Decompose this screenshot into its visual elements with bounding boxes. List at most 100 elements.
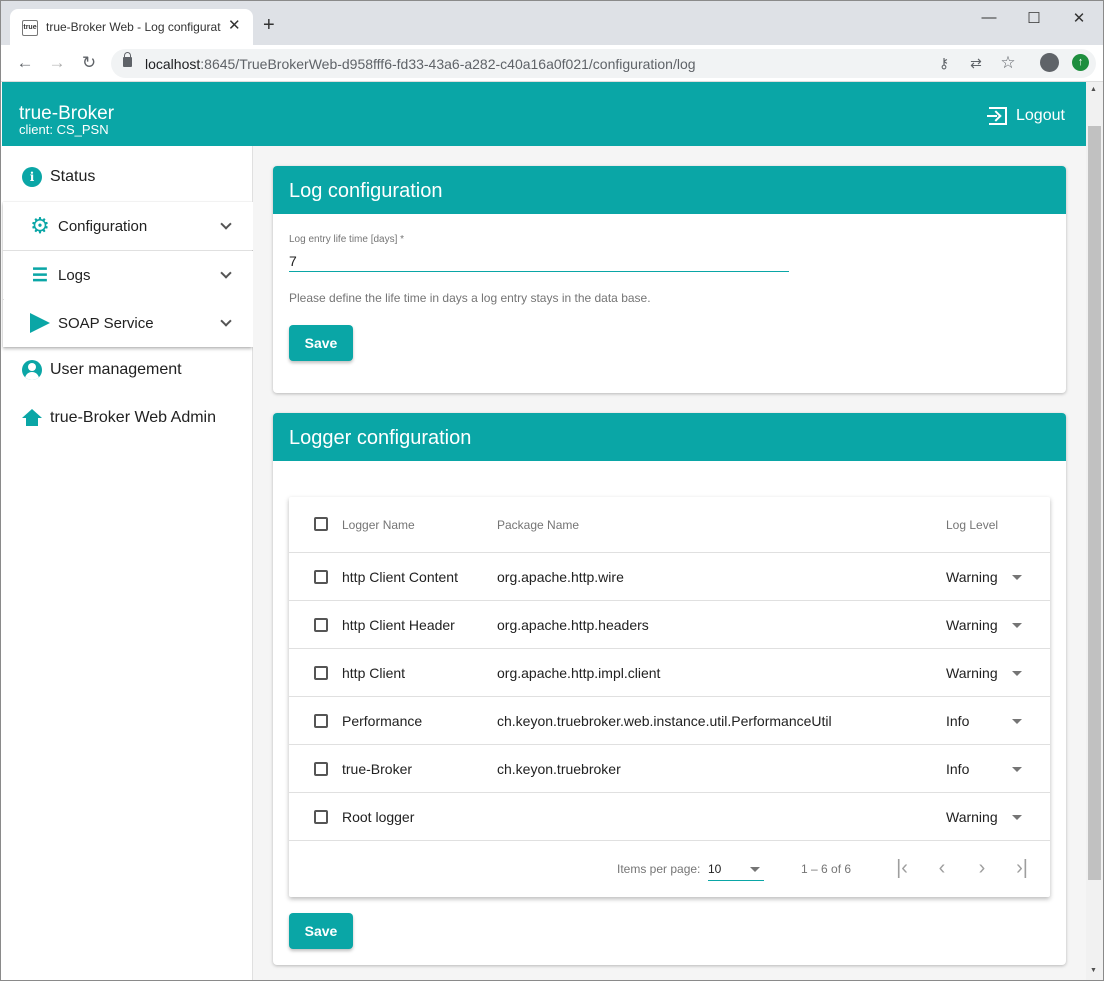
sidebar-item-status[interactable]: i Status xyxy=(2,153,252,201)
translate-icon[interactable]: ⇄ xyxy=(967,55,985,72)
items-per-page-select[interactable]: 10 xyxy=(708,857,764,881)
favicon-icon: true xyxy=(22,20,38,36)
log-level-select[interactable]: Warning xyxy=(946,809,998,825)
row-checkbox[interactable] xyxy=(314,714,328,728)
log-configuration-card: Log configuration Log entry life time [d… xyxy=(273,166,1066,393)
row-checkbox[interactable] xyxy=(314,762,328,776)
scroll-down-icon[interactable]: ▼ xyxy=(1090,967,1097,974)
log-level-select[interactable]: Warning xyxy=(946,617,998,633)
sidebar-item-label: Configuration xyxy=(58,217,148,235)
key-icon[interactable]: ⚷ xyxy=(935,55,953,72)
field-hint: Please define the life time in days a lo… xyxy=(289,291,651,305)
first-page-icon[interactable]: |‹ xyxy=(889,855,915,881)
close-window-icon[interactable]: ✕ xyxy=(1069,9,1089,27)
back-icon[interactable]: ← xyxy=(15,53,35,73)
sidebar-item-label: SOAP Service xyxy=(58,314,154,332)
previous-page-icon[interactable]: ‹ xyxy=(929,855,955,881)
chevron-down-icon xyxy=(220,315,232,327)
table-row: true-Broker ch.keyon.truebroker Info xyxy=(289,745,1050,793)
expansion-panel-group: ⚙ Configuration ☰ Logs SOAP Service xyxy=(3,202,253,347)
logger-name: http Client Header xyxy=(342,617,455,633)
log-lifetime-input[interactable] xyxy=(289,250,789,272)
select-all-checkbox[interactable] xyxy=(314,517,328,531)
logout-icon xyxy=(987,107,1007,125)
package-name: org.apache.http.wire xyxy=(497,569,624,585)
items-per-page-label: Items per page: xyxy=(617,862,701,876)
star-icon[interactable]: ☆ xyxy=(999,53,1017,73)
sidebar-item-logs[interactable]: ☰ Logs xyxy=(4,251,253,299)
paginator: Items per page: 10 1 – 6 of 6 |‹ ‹ › ›| xyxy=(289,841,1050,897)
row-checkbox[interactable] xyxy=(314,810,328,824)
dropdown-arrow-icon[interactable] xyxy=(1012,815,1022,820)
next-page-icon[interactable]: › xyxy=(969,855,995,881)
logger-name: Performance xyxy=(342,713,423,729)
log-level-select[interactable]: Warning xyxy=(946,569,998,585)
browser-tab[interactable]: true true-Broker Web - Log configurat ✕ xyxy=(10,9,253,45)
logout-button[interactable]: Logout xyxy=(987,105,1065,127)
dropdown-arrow-icon xyxy=(750,867,760,872)
update-icon[interactable]: ↑ xyxy=(1072,54,1089,71)
list-icon: ☰ xyxy=(31,265,49,285)
tab-close-icon[interactable]: ✕ xyxy=(228,17,241,35)
sidebar-item-label: Logs xyxy=(58,266,91,284)
url-text[interactable]: localhost:8645/TrueBrokerWeb-d958fff6-fd… xyxy=(145,56,696,72)
gear-icon: ⚙ xyxy=(30,213,50,238)
sidebar-item-label: User management xyxy=(50,361,182,378)
table-row: http Client Header org.apache.http.heade… xyxy=(289,601,1050,649)
log-level-select[interactable]: Info xyxy=(946,713,969,729)
forward-icon[interactable]: → xyxy=(47,53,67,73)
last-page-icon[interactable]: ›| xyxy=(1009,855,1035,881)
log-level-select[interactable]: Info xyxy=(946,761,969,777)
sidebar-item-user-management[interactable]: User management xyxy=(2,346,252,394)
row-checkbox[interactable] xyxy=(314,618,328,632)
row-checkbox[interactable] xyxy=(314,570,328,584)
chevron-down-icon xyxy=(220,267,232,279)
field-label: Log entry life time [days] * xyxy=(289,234,405,245)
main-content: Log configuration Log entry life time [d… xyxy=(253,146,1086,980)
row-checkbox[interactable] xyxy=(314,666,328,680)
sidebar-item-soap-service[interactable]: SOAP Service xyxy=(4,299,253,347)
scroll-up-icon[interactable]: ▲ xyxy=(1090,86,1097,93)
home-icon xyxy=(22,409,42,427)
brand-title: true-Broker xyxy=(19,103,115,124)
column-header-level: Log Level xyxy=(946,518,999,532)
address-bar[interactable]: localhost:8645/TrueBrokerWeb-d958fff6-fd… xyxy=(111,49,1096,78)
account-circle-icon xyxy=(22,360,42,380)
save-logger-config-button[interactable]: Save xyxy=(289,913,353,949)
browser-window: true true-Broker Web - Log configurat ✕ … xyxy=(0,0,1104,981)
logger-table: Logger Name Package Name Log Level http … xyxy=(289,497,1050,897)
profile-icon[interactable] xyxy=(1040,53,1059,72)
sidebar-item-configuration[interactable]: ⚙ Configuration xyxy=(4,202,253,250)
reload-icon[interactable]: ↻ xyxy=(79,53,99,73)
maximize-icon[interactable]: ☐ xyxy=(1024,9,1044,27)
dropdown-arrow-icon[interactable] xyxy=(1012,623,1022,628)
card-title: Log configuration xyxy=(273,166,1066,214)
column-header-name: Logger Name xyxy=(342,518,415,532)
logger-name: Root logger xyxy=(342,809,415,825)
table-row: http Client Content org.apache.http.wire… xyxy=(289,553,1050,601)
scrollbar-thumb[interactable] xyxy=(1088,126,1101,880)
url-host: localhost xyxy=(145,56,201,72)
package-name: org.apache.http.impl.client xyxy=(497,665,661,681)
dropdown-arrow-icon[interactable] xyxy=(1012,575,1022,580)
dropdown-arrow-icon[interactable] xyxy=(1012,767,1022,772)
sidebar-item-web-admin[interactable]: true-Broker Web Admin xyxy=(2,394,252,442)
log-level-select[interactable]: Warning xyxy=(946,665,998,681)
new-tab-icon[interactable]: + xyxy=(263,15,275,35)
package-name: ch.keyon.truebroker xyxy=(497,761,621,777)
info-icon: i xyxy=(22,167,42,187)
dropdown-arrow-icon[interactable] xyxy=(1012,671,1022,676)
url-path: :8645/TrueBrokerWeb-d958fff6-fd33-43a6-a… xyxy=(200,56,696,72)
lock-icon xyxy=(123,52,132,67)
sidebar-item-label: true-Broker Web Admin xyxy=(50,409,216,426)
table-row: Root logger Warning xyxy=(289,793,1050,841)
save-log-config-button[interactable]: Save xyxy=(289,325,353,361)
minimize-icon[interactable]: — xyxy=(979,9,999,26)
logger-name: http Client Content xyxy=(342,569,458,585)
logger-name: true-Broker xyxy=(342,761,413,777)
tab-title: true-Broker Web - Log configurat xyxy=(46,20,221,34)
logout-label: Logout xyxy=(1016,107,1065,124)
dropdown-arrow-icon[interactable] xyxy=(1012,719,1022,724)
browser-tab-bar: true true-Broker Web - Log configurat ✕ … xyxy=(1,1,1103,45)
logger-configuration-card: Logger configuration Logger Name Package… xyxy=(273,413,1066,965)
